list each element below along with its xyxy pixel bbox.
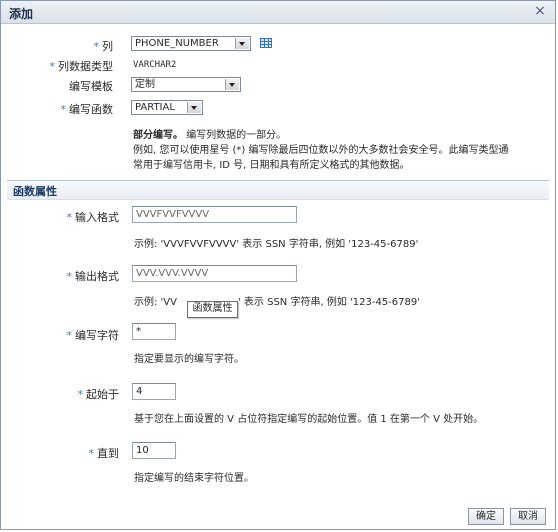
end-position-label: * 直到 [88,447,120,460]
cancel-button[interactable]: 取消 [510,508,546,525]
datatype-value: VARCHAR2 [133,60,177,70]
output-format-hint-start: 示例: 'VV [134,297,177,308]
ok-button[interactable]: 确定 [468,508,504,525]
template-select[interactable]: 定制 [131,77,241,92]
template-label: 编写模板 [69,80,113,93]
mask-char-hint: 指定要显示的编写字符。 [134,354,244,365]
column-label: * 列 [93,40,114,53]
start-position-hint: 基于您在上面设置的 V 占位符指定编写的起始位置。值 1 在第一个 V 处开始。 [134,414,484,425]
close-icon[interactable]: × [533,4,547,18]
function-select[interactable]: PARTIAL [131,100,203,115]
start-position-field[interactable]: 4 [132,383,176,400]
chevron-down-icon [235,38,249,49]
start-position-label: * 起始于 [77,388,120,401]
input-format-hint: 示例: 'VVVFVVFVVVV' 表示 SSN 字符串, 例如 '123-45… [134,239,419,250]
add-dialog: 添加 × * 列 PHONE_NUMBER * 列数据类型 VARCHAR2 编写模… [0,0,556,530]
input-format-field[interactable]: VVVFVVFVVVV [132,206,297,223]
function-description: 部分编写。 编写列数据的一部分。 例如, 您可以使用星号 (*) 编写除最后四位… [133,130,509,171]
column-select[interactable]: PHONE_NUMBER [131,36,251,51]
tooltip: 函数属性 [187,301,238,318]
output-format-label: * 输出格式 [66,270,120,283]
input-format-label: * 输入格式 [66,211,120,224]
output-format-field[interactable]: VVV.VVV.VVVV [132,265,297,282]
chevron-down-icon [187,102,201,113]
function-label: * 编写函数 [60,103,114,116]
dialog-title: 添加 [9,7,34,21]
dialog-titlebar: 添加 × [1,1,555,24]
end-position-field[interactable]: 10 [132,442,176,459]
output-format-hint-end: ' 表示 SSN 字符串, 例如 '123-45-6789' [238,297,420,308]
chevron-down-icon [225,79,239,90]
function-properties-header: 函数属性 [7,180,549,200]
datatype-label: * 列数据类型 [49,60,114,73]
description-title: 部分编写。 [133,130,183,141]
table-icon[interactable] [260,38,272,48]
mask-char-label: * 编写字符 [66,329,120,342]
end-position-hint: 指定编写的结束字符位置。 [134,473,254,484]
mask-char-field[interactable]: * [132,323,176,340]
